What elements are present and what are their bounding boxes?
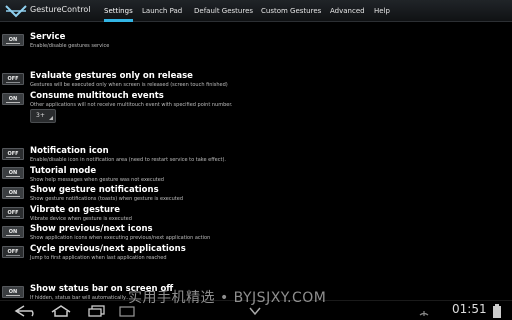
multitouch-points-value: 3+ bbox=[36, 112, 45, 119]
watermark: 实用手机精选 • BYJSJXY.COM bbox=[128, 290, 327, 306]
home-icon[interactable] bbox=[50, 305, 72, 317]
cycle-apps-title: Cycle previous/next applications bbox=[30, 244, 186, 254]
cycle-apps-desc: Jump to first application when last appl… bbox=[30, 255, 167, 261]
service-title: Service bbox=[30, 32, 66, 42]
tutorial-mode-toggle[interactable]: ON bbox=[2, 167, 24, 179]
prev-next-icons-desc: Show application icons when executing pr… bbox=[30, 235, 211, 241]
cycle-apps-toggle[interactable]: OFF bbox=[2, 246, 24, 258]
tab-help[interactable]: Help bbox=[374, 0, 390, 22]
vibrate-desc: Vibrate device when gesture is executed bbox=[30, 216, 132, 222]
status-bar-screen-off-toggle[interactable]: ON bbox=[2, 286, 24, 298]
vibrate-toggle[interactable]: OFF bbox=[2, 207, 24, 219]
signal-icon bbox=[419, 311, 429, 316]
tutorial-mode-title: Tutorial mode bbox=[30, 166, 97, 176]
recent-apps-icon[interactable] bbox=[86, 305, 108, 317]
service-desc: Enable/disable gestures service bbox=[30, 43, 110, 49]
consume-multitouch-desc: Other applications will not receive mult… bbox=[30, 102, 233, 108]
app-title: GestureControl bbox=[30, 5, 91, 14]
battery-icon bbox=[493, 304, 501, 318]
action-bar: GestureControl Settings Launch Pad Defau… bbox=[0, 0, 512, 22]
service-toggle[interactable]: ON bbox=[2, 34, 24, 46]
tab-default-gestures[interactable]: Default Gestures bbox=[194, 0, 253, 22]
evaluate-on-release-title: Evaluate gestures only on release bbox=[30, 71, 193, 81]
prev-next-icons-title: Show previous/next icons bbox=[30, 224, 153, 234]
consume-multitouch-title: Consume multitouch events bbox=[30, 91, 164, 101]
tutorial-mode-desc: Show help messages when gesture was not … bbox=[30, 177, 164, 183]
consume-multitouch-toggle[interactable]: ON bbox=[2, 93, 24, 105]
gesture-notifications-toggle[interactable]: ON bbox=[2, 187, 24, 199]
tab-custom-gestures[interactable]: Custom Gestures bbox=[261, 0, 321, 22]
tab-launch-pad[interactable]: Launch Pad bbox=[142, 0, 182, 22]
gesture-notifications-desc: Show gesture notifications (toasts) when… bbox=[30, 196, 184, 202]
tab-settings[interactable]: Settings bbox=[104, 0, 133, 22]
back-icon[interactable] bbox=[14, 305, 38, 317]
notification-icon-toggle[interactable]: OFF bbox=[2, 148, 24, 160]
gesture-notifications-title: Show gesture notifications bbox=[30, 185, 159, 195]
app-icon[interactable] bbox=[4, 3, 28, 19]
multitouch-points-spinner[interactable]: 3+ bbox=[30, 109, 56, 123]
evaluate-on-release-toggle[interactable]: OFF bbox=[2, 73, 24, 85]
prev-next-icons-toggle[interactable]: ON bbox=[2, 226, 24, 238]
spinner-arrow-icon bbox=[49, 116, 53, 120]
notification-icon-desc: Enable/disable icon in notification area… bbox=[30, 157, 226, 163]
notification-icon-title: Notification icon bbox=[30, 146, 109, 156]
tab-advanced[interactable]: Advanced bbox=[330, 0, 365, 22]
vibrate-title: Vibrate on gesture bbox=[30, 205, 120, 215]
evaluate-on-release-desc: Gestures will be executed only when scre… bbox=[30, 82, 228, 88]
clock: 01:51 bbox=[452, 302, 487, 316]
